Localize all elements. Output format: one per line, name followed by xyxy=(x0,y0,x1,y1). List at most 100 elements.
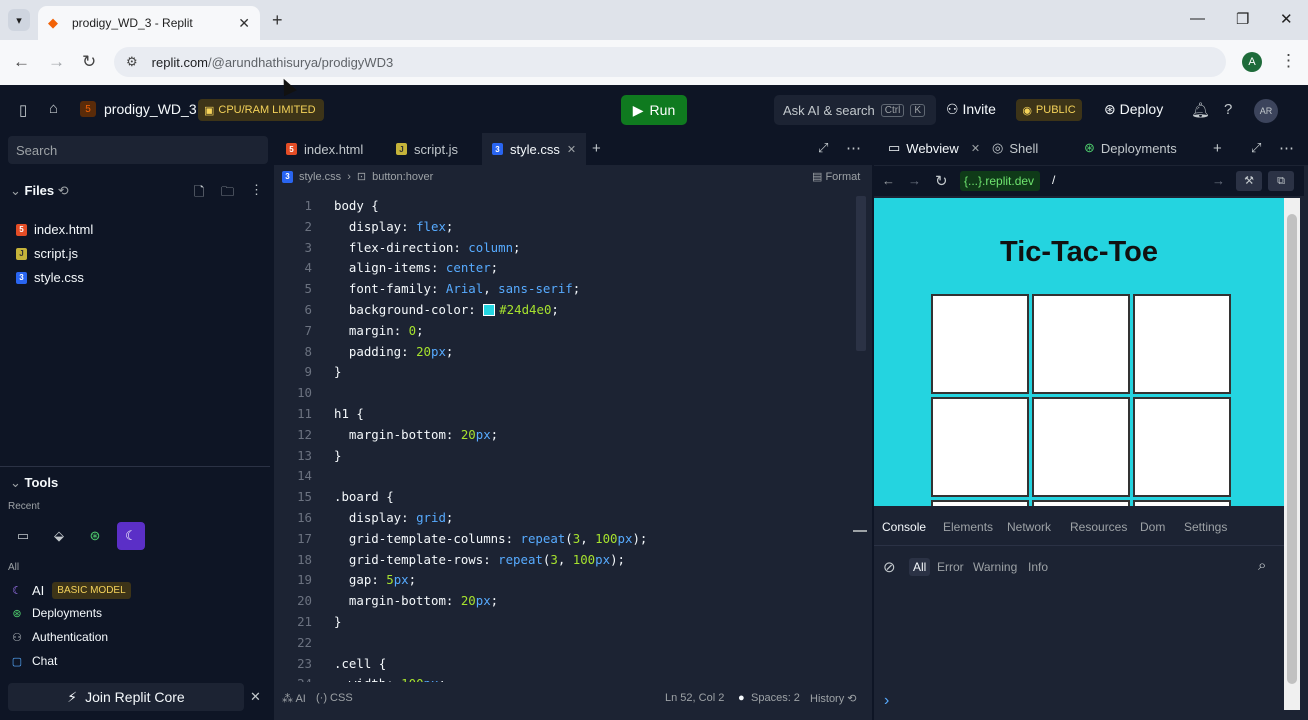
cursor-position[interactable]: Ln 52, Col 2 xyxy=(665,692,724,704)
maximize-icon[interactable]: ❐ xyxy=(1236,10,1249,28)
clear-console-icon[interactable]: ⊘ xyxy=(883,558,896,576)
code-line[interactable]: 2 display: flex; xyxy=(274,217,854,238)
sidebar-toggle-icon[interactable]: ▯ xyxy=(19,101,27,119)
code-line[interactable]: 23 .cell { xyxy=(274,654,854,675)
home-icon[interactable]: ⌂ xyxy=(49,100,58,117)
recent-ai-icon[interactable]: ☾ xyxy=(117,522,145,550)
reload-icon[interactable]: ↻ xyxy=(82,52,96,72)
tool-deployments[interactable]: ⊛ Deployments xyxy=(10,606,102,620)
close-tab-icon[interactable]: ✕ xyxy=(567,143,576,156)
recent-webview-icon[interactable]: ▭ xyxy=(9,522,37,550)
tool-authentication[interactable]: ⚇ Authentication xyxy=(10,630,108,644)
tab-webview[interactable]: ▭ Webview ✕ xyxy=(888,140,980,156)
webview-back-icon[interactable]: ← xyxy=(882,173,895,188)
editor-scrollbar[interactable] xyxy=(856,196,866,351)
code-line[interactable]: 1 body { xyxy=(274,196,854,217)
close-promo-icon[interactable]: ✕ xyxy=(250,689,261,705)
devtools-tab-elements[interactable]: Elements xyxy=(943,520,993,534)
join-replit-core-button[interactable]: ⚡︎ Join Replit Core xyxy=(8,683,244,711)
devtools-tab-settings[interactable]: Settings xyxy=(1184,520,1227,534)
code-line[interactable]: 4 align-items: center; xyxy=(274,258,854,279)
tool-ai[interactable]: ☾ AI BASIC MODEL xyxy=(10,582,131,599)
code-line[interactable]: 10 xyxy=(274,383,854,404)
new-folder-icon[interactable]: 🗀 xyxy=(221,183,234,205)
notifications-bell-icon[interactable]: 🔔︎ xyxy=(1191,101,1210,119)
code-line[interactable]: 3 flex-direction: column; xyxy=(274,238,854,259)
code-line[interactable]: 18 grid-template-rows: repeat(3, 100px); xyxy=(274,550,854,571)
go-icon[interactable]: → xyxy=(1212,173,1225,188)
recent-package-icon[interactable]: ⬙ xyxy=(45,522,73,550)
code-line[interactable]: 15 .board { xyxy=(274,487,854,508)
site-info-icon[interactable]: ⚙ xyxy=(126,54,138,70)
tools-header[interactable]: ⌄ Tools xyxy=(10,475,58,491)
minimize-icon[interactable]: — xyxy=(1190,10,1205,27)
project-name[interactable]: prodigy_WD_3 xyxy=(104,101,197,117)
ai-status[interactable]: ⁂ AI xyxy=(282,692,306,705)
console-prompt-icon[interactable]: › xyxy=(884,692,889,710)
recent-deployments-icon[interactable]: ⊛ xyxy=(81,522,109,550)
filter-info[interactable]: Info xyxy=(1028,560,1048,574)
board-cell[interactable] xyxy=(931,397,1029,497)
profile-avatar[interactable]: A xyxy=(1242,52,1262,72)
devtools-tab-dom[interactable]: Dom xyxy=(1140,520,1165,534)
webview-reload-icon[interactable]: ↻ xyxy=(935,172,948,190)
ask-ai-search[interactable]: Ask AI & search Ctrl K xyxy=(774,95,936,125)
add-tab-icon[interactable]: + xyxy=(1213,140,1222,157)
code-line[interactable]: 24 width: 100px; xyxy=(274,674,854,682)
breadcrumb-file[interactable]: style.css xyxy=(299,171,341,183)
format-button[interactable]: ▤ Format xyxy=(812,170,860,183)
new-tab-icon[interactable]: + xyxy=(272,10,283,31)
code-line[interactable]: 20 margin-bottom: 20px; xyxy=(274,591,854,612)
tab-style-css[interactable]: 3 style.css ✕ xyxy=(482,133,587,165)
tab-deployments[interactable]: ⊛ Deployments xyxy=(1084,140,1177,156)
tab-index-html[interactable]: 5 index.html xyxy=(276,133,373,165)
help-icon[interactable]: ? xyxy=(1224,101,1232,118)
pane-menu-icon[interactable]: ⋯ xyxy=(1279,139,1294,157)
deploy-button[interactable]: ⊛ Deploy xyxy=(1104,101,1163,118)
webview-url-path[interactable]: / xyxy=(1052,173,1055,187)
user-avatar[interactable]: AR xyxy=(1254,99,1278,123)
code-line[interactable]: 12 margin-bottom: 20px; xyxy=(274,425,854,446)
color-swatch[interactable] xyxy=(483,304,496,317)
preview-scrollbar-thumb[interactable] xyxy=(1287,214,1297,684)
maximize-pane-icon[interactable]: ⤢ xyxy=(1251,140,1261,156)
maximize-pane-icon[interactable]: ⤢ xyxy=(818,140,828,156)
filter-error[interactable]: Error xyxy=(937,560,964,574)
code-line[interactable]: 5 font-family: Arial, sans-serif; xyxy=(274,279,854,300)
code-line[interactable]: 13} xyxy=(274,446,854,467)
webview-forward-icon[interactable]: → xyxy=(908,173,921,188)
code-line[interactable]: 9} xyxy=(274,362,854,383)
devtools-toggle-icon[interactable]: ⚒ xyxy=(1236,171,1262,191)
webview-url-pill[interactable]: {...}.replit.dev xyxy=(960,171,1040,191)
invite-button[interactable]: ⚇ Invite xyxy=(946,101,996,118)
spaces-setting[interactable]: Spaces: 2 xyxy=(751,692,800,704)
tab-script-js[interactable]: Jscript.js xyxy=(386,133,468,165)
language-status[interactable]: (·) CSS xyxy=(316,692,353,704)
run-button[interactable]: ▶ Run xyxy=(621,95,687,125)
file-item-index-html[interactable]: 5 index.html xyxy=(16,222,93,237)
close-tab-icon[interactable]: ✕ xyxy=(971,142,980,155)
code-area[interactable]: 1 body {2 display: flex; 3 flex-direction:… xyxy=(274,196,854,682)
code-line[interactable]: 19 gap: 5px; xyxy=(274,570,854,591)
board-cell[interactable] xyxy=(1032,397,1130,497)
board-cell[interactable] xyxy=(1133,397,1231,497)
board-cell[interactable] xyxy=(1032,294,1130,394)
code-line[interactable]: 8 padding: 20px; xyxy=(274,342,854,363)
board-cell[interactable] xyxy=(931,294,1029,394)
cpu-ram-badge[interactable]: ▣ CPU/RAM LIMITED xyxy=(198,99,324,121)
code-line[interactable]: 7 margin: 0; xyxy=(274,321,854,342)
file-item-style-css[interactable]: 3 style.css xyxy=(16,270,84,285)
code-line[interactable]: 22 xyxy=(274,633,854,654)
code-line[interactable]: 11 h1 { xyxy=(274,404,854,425)
public-badge[interactable]: ◉ PUBLIC xyxy=(1016,99,1082,121)
code-line[interactable]: 17 grid-template-columns: repeat(3, 100p… xyxy=(274,529,854,550)
files-menu-icon[interactable]: ⋮ xyxy=(250,182,263,198)
devtools-tab-console[interactable]: Console xyxy=(882,520,926,534)
browser-tab[interactable]: ◆ prodigy_WD_3 - Replit ✕ xyxy=(38,6,260,40)
browser-menu-icon[interactable]: ⋮ xyxy=(1280,51,1297,71)
sidebar-search-input[interactable]: Search xyxy=(8,136,268,164)
tab-shell[interactable]: ◎ Shell xyxy=(992,140,1038,156)
url-input[interactable]: ⚙ replit.com/@arundhathisurya/prodigyWD3 xyxy=(114,47,1226,77)
close-tab-icon[interactable]: ✕ xyxy=(238,15,250,32)
back-icon[interactable]: ← xyxy=(13,52,30,72)
